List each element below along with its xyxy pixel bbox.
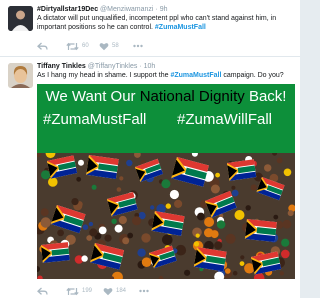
like-button[interactable]: 58 xyxy=(99,41,119,51)
retweet-button[interactable]: 60 xyxy=(66,41,89,51)
reply-icon xyxy=(37,42,48,50)
like-count: 184 xyxy=(116,288,127,294)
retweet-button[interactable]: 199 xyxy=(66,286,92,296)
avatar[interactable] xyxy=(8,6,33,31)
display-name[interactable]: Tiffany Tinkles xyxy=(37,63,86,70)
banner-headline-emphasis: National Dignity xyxy=(139,88,245,105)
reply-icon xyxy=(37,287,48,295)
timestamp[interactable]: 10h xyxy=(144,63,156,70)
like-count: 58 xyxy=(112,43,119,49)
tweet-text-tail: campaign. Do you? xyxy=(221,72,284,79)
more-button[interactable] xyxy=(139,286,149,296)
tweet-text: A dictator will put unqualified, incompe… xyxy=(37,14,292,32)
banner-headline-start: We Want Our xyxy=(45,88,140,105)
avatar-icon xyxy=(8,63,33,88)
retweet-icon xyxy=(66,42,79,50)
heart-icon xyxy=(103,287,113,295)
tweet[interactable]: #Dirtyallstar19Dec @Menziwamanzi · 9h A … xyxy=(0,0,300,57)
retweet-count: 60 xyxy=(82,43,89,49)
heart-icon xyxy=(99,42,109,50)
more-button[interactable] xyxy=(133,41,143,51)
display-name[interactable]: #Dirtyallstar19Dec xyxy=(37,6,98,13)
tweet-text: As I hang my head in shame. I support th… xyxy=(37,71,292,80)
separator: · xyxy=(139,63,142,70)
more-icon xyxy=(139,289,149,293)
timeline: #Dirtyallstar19Dec @Menziwamanzi · 9h A … xyxy=(0,0,300,298)
avatar-icon xyxy=(8,6,33,31)
hashtag-link[interactable]: #ZumaMustFall xyxy=(170,72,221,79)
user-handle[interactable]: @TiffanyTinkles xyxy=(88,63,138,70)
avatar[interactable] xyxy=(8,63,33,88)
like-button[interactable]: 184 xyxy=(103,286,126,296)
reply-button[interactable] xyxy=(37,41,48,51)
hashtag-link[interactable]: #ZumaMustFall xyxy=(155,24,206,31)
more-icon xyxy=(133,44,143,48)
tweet[interactable]: Tiffany Tinkles @TiffanyTinkles · 10h As… xyxy=(0,57,300,298)
campaign-banner: We Want Our National Dignity Back! #Zuma… xyxy=(37,84,295,153)
banner-headline: We Want Our National Dignity Back! xyxy=(37,87,295,106)
tweet-image[interactable]: We Want Our National Dignity Back! #Zuma… xyxy=(37,84,295,279)
crowd-with-flags-photo xyxy=(37,153,295,279)
retweet-icon xyxy=(66,287,79,295)
banner-hashtags: #ZumaMustFall #ZumaWillFall xyxy=(37,110,295,129)
user-handle[interactable]: @Menziwamanzi xyxy=(100,6,153,13)
tweet-text-body: As I hang my head in shame. I support th… xyxy=(37,72,171,79)
timestamp[interactable]: 9h xyxy=(160,6,168,13)
banner-hashtag-1: #ZumaMustFall xyxy=(43,111,147,128)
banner-headline-end: Back! xyxy=(244,88,287,105)
separator: · xyxy=(155,6,158,13)
reply-button[interactable] xyxy=(37,286,48,296)
banner-hashtag-2: #ZumaWillFall xyxy=(177,111,273,128)
retweet-count: 199 xyxy=(82,288,93,294)
